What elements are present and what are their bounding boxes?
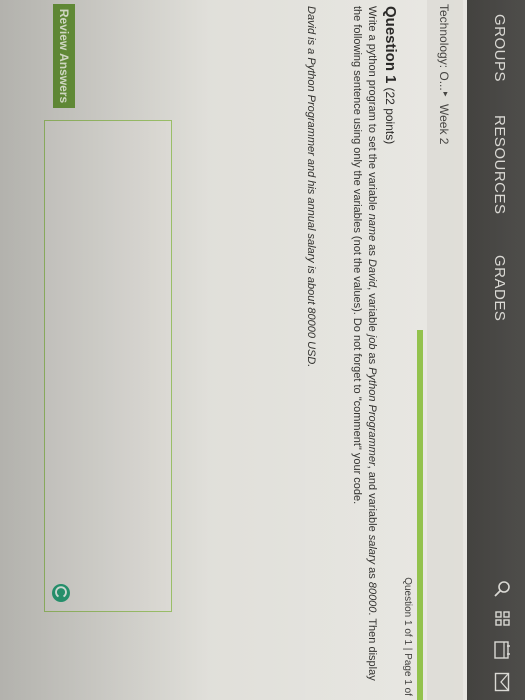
prompt-text: as bbox=[366, 349, 378, 368]
top-nav-bar: GROUPS RESOURCES GRADES bbox=[467, 0, 525, 700]
prompt-var-job: job bbox=[366, 334, 378, 350]
spellcheck-icon[interactable] bbox=[52, 584, 70, 602]
answer-textarea[interactable] bbox=[44, 120, 172, 612]
prompt-value-job: Python Programmer bbox=[366, 367, 378, 466]
nav-icon-group bbox=[493, 580, 511, 692]
question-counter: Question 1 of 1 | Page 1 of bbox=[402, 577, 413, 696]
question-title: Question 1 (22 points) bbox=[382, 6, 399, 144]
question-title-text: Question 1 bbox=[382, 6, 399, 84]
mail-icon[interactable] bbox=[494, 672, 510, 692]
prompt-text: , variable bbox=[366, 287, 378, 335]
search-icon[interactable] bbox=[493, 580, 511, 598]
breadcrumb-week-link[interactable]: Week 2 bbox=[437, 104, 451, 144]
sample-sentence: David is a Python Programmer and his ann… bbox=[305, 6, 317, 368]
progress-strip bbox=[417, 330, 423, 700]
prompt-text: as bbox=[366, 564, 378, 582]
lms-page: GROUPS RESOURCES GRADES Technology: O...… bbox=[0, 0, 525, 700]
nav-grades[interactable]: GRADES bbox=[491, 255, 508, 321]
nav-resources[interactable]: RESOURCES bbox=[491, 115, 508, 215]
prompt-text: , and variable bbox=[366, 465, 378, 535]
review-answers-button[interactable]: Review Answers bbox=[53, 4, 75, 108]
prompt-var-name: name bbox=[366, 213, 378, 242]
question-prompt: Write a python program to set the variab… bbox=[349, 6, 379, 696]
prompt-text: as bbox=[366, 241, 378, 259]
breadcrumb-separator: ▸ bbox=[441, 92, 451, 97]
question-points: (22 points) bbox=[383, 87, 397, 145]
prompt-text: Write a python program to set the variab… bbox=[366, 6, 378, 214]
breadcrumb-course-link[interactable]: Technology: O... bbox=[437, 4, 451, 91]
question-card: Question 1 of 1 | Page 1 of Question 1 (2… bbox=[0, 0, 427, 700]
nav-groups[interactable]: GROUPS bbox=[491, 14, 508, 82]
photo-stage: GROUPS RESOURCES GRADES Technology: O...… bbox=[0, 0, 525, 700]
grid-icon[interactable] bbox=[493, 610, 511, 628]
prompt-value-name: David bbox=[366, 258, 378, 288]
calendar-icon[interactable] bbox=[493, 640, 511, 660]
prompt-var-salary: salary bbox=[366, 534, 378, 565]
prompt-value-salary: 80000 bbox=[366, 581, 378, 613]
breadcrumb: Technology: O... ▸ Week 2 bbox=[427, 0, 463, 700]
